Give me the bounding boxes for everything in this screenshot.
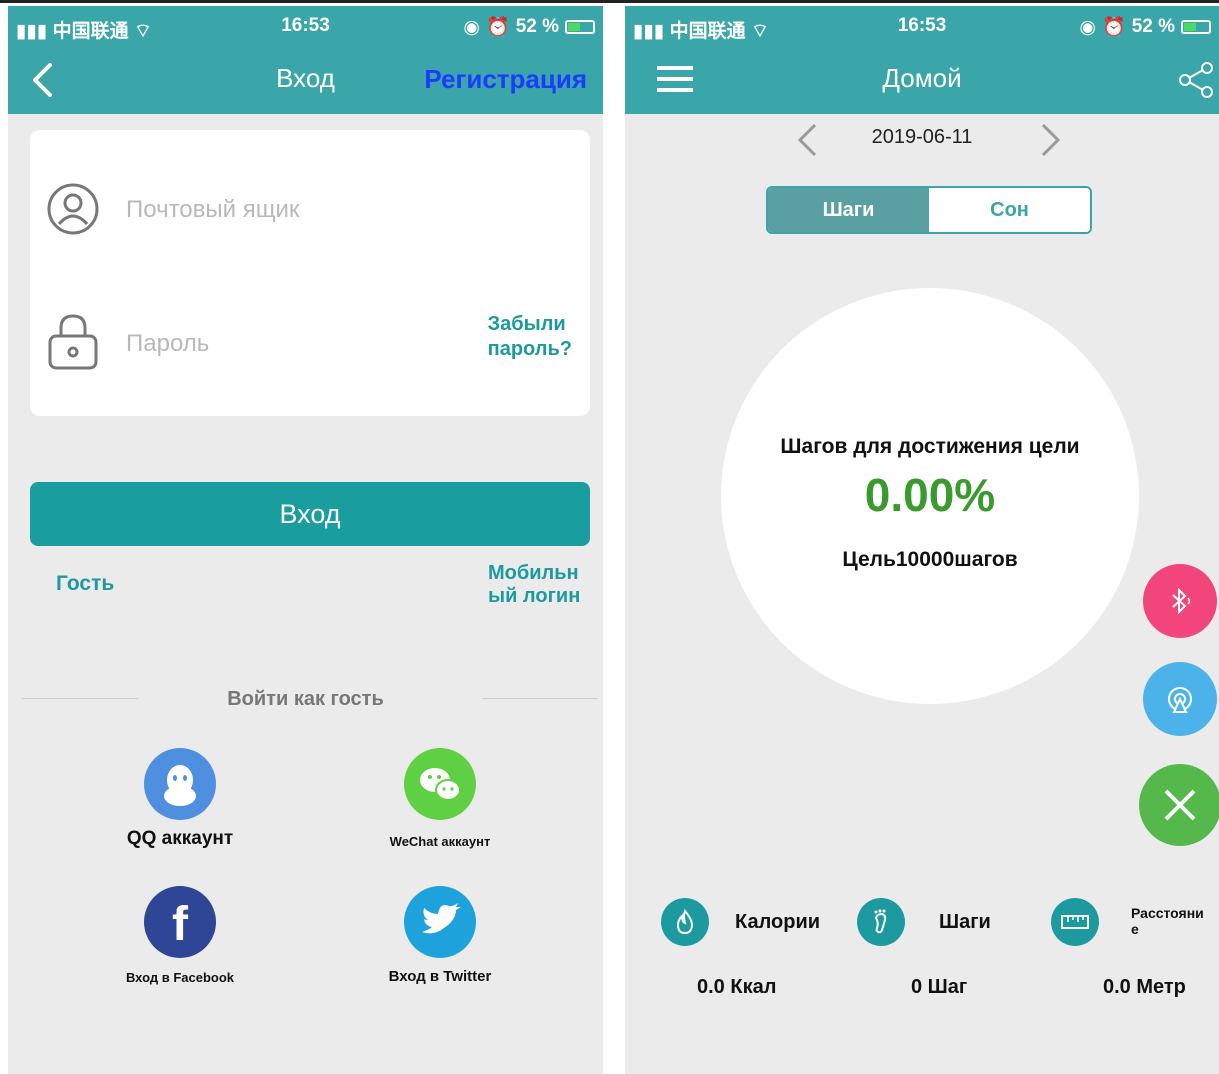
signal-icon [1168,687,1192,713]
login-button[interactable]: Вход [30,482,590,546]
next-date-icon[interactable] [1039,122,1063,158]
home-screen: ▮▮▮ 中国联通 ⌔ 16:53 ◉ ⏰ 52 % Домой 2019-06-… [625,6,1219,1074]
qq-login[interactable]: QQ аккаунт [70,748,290,850]
password-placeholder: Пароль [126,330,210,357]
svg-text:f: f [172,898,189,951]
distance-line2: е [1131,921,1139,937]
sync-button[interactable] [1143,662,1217,736]
page-title: Домой [882,63,962,93]
twitter-icon [404,886,476,958]
tab-sleep[interactable]: Сон [929,188,1090,232]
facebook-label: Вход в Facebook [125,970,235,985]
forgot-password-link[interactable]: Забыли пароль? [488,312,572,362]
bluetooth-button[interactable] [1143,564,1217,638]
distance-line1: Расстояни [1131,905,1204,921]
footprint-icon [857,898,905,946]
calories-label: Калории [735,910,821,933]
twitter-login[interactable]: Вход в Twitter [330,886,550,985]
bluetooth-icon [1172,587,1191,615]
mobile-line2: ый логин [488,585,581,607]
facebook-login[interactable]: f Вход в Facebook [70,886,290,985]
wechat-icon [404,748,476,820]
forgot-line1: Забыли [487,313,566,335]
ruler-icon [1051,898,1099,946]
register-link[interactable]: Регистрация [424,64,587,95]
goal-percent: 0.00% [864,469,996,521]
battery-area: ◉ ⏰ 52 % [463,15,595,39]
wechat-label: WeChat аккаунт [389,834,491,849]
mode-tabs: Шаги Сон [766,186,1092,234]
rotation-lock-icon: ◉ [1079,16,1097,38]
twitter-label: Вход в Twitter [388,968,492,985]
mobile-line1: Мобильн [488,562,579,584]
mobile-login-link[interactable]: Мобильн ый логин [488,562,580,608]
status-bar: ▮▮▮ 中国联通 ⌔ 16:53 ◉ ⏰ 52 % [625,6,1219,46]
alarm-icon: ⏰ [486,17,510,38]
battery-area: ◉ ⏰ 52 % [1079,15,1211,39]
current-date: 2019-06-11 [871,126,973,148]
qq-icon [144,748,216,820]
status-bar: ▮▮▮ 中国联通 ⌔ 16:53 ◉ ⏰ 52 % [8,6,603,46]
guest-login-heading: Войти как гость [227,688,384,710]
distance-stat: Расстояни е [1051,898,1204,946]
password-field[interactable]: Пароль Забыли пароль? [46,308,574,372]
user-icon [47,183,99,235]
steps-value: 0 Шаг [911,976,968,998]
lock-icon [48,314,98,370]
steps-stat: Шаги [857,898,991,946]
progress-circle: Шагов для достижения цели 0.00% Цель1000… [721,288,1139,704]
date-selector: 2019-06-11 [625,122,1219,162]
email-placeholder: Почтовый ящик [126,196,300,223]
battery-percent: 52 % [515,16,559,37]
steps-label: Шаги [939,910,991,933]
qq-label: QQ аккаунт [126,828,234,849]
guest-link[interactable]: Гость [56,572,114,596]
forgot-line2: пароль? [487,338,572,360]
step-goal: Цель10000шагов [842,548,1018,571]
login-screen: ▮▮▮ 中国联通 ⌔ 16:53 ◉ ⏰ 52 % Вход Регистрац… [8,6,603,1074]
email-field[interactable]: Почтовый ящик [46,178,574,242]
top-border [0,0,1219,3]
battery-icon [565,20,595,34]
close-fab-button[interactable] [1139,764,1219,846]
nav-bar: Вход Регистрация [8,46,603,114]
close-icon [1164,789,1196,821]
rotation-lock-icon: ◉ [463,16,481,38]
alarm-icon: ⏰ [1102,17,1126,38]
calories-stat: Калории [661,898,820,946]
facebook-icon: f [144,886,216,958]
battery-percent: 52 % [1131,16,1175,37]
wechat-login[interactable]: WeChat аккаунт [330,748,550,849]
nav-bar: Домой [625,46,1219,114]
battery-icon [1181,20,1211,34]
credentials-card: Почтовый ящик Пароль Забыли пароль? [30,130,590,416]
distance-value: 0.0 Метр [1103,976,1186,998]
tab-steps[interactable]: Шаги [768,188,929,232]
distance-label: Расстояни е [1131,905,1204,937]
calories-value: 0.0 Ккал [697,976,777,998]
goal-progress-label: Шагов для достижения цели [780,435,1080,458]
flame-icon [661,898,709,946]
share-icon[interactable] [1177,60,1217,100]
